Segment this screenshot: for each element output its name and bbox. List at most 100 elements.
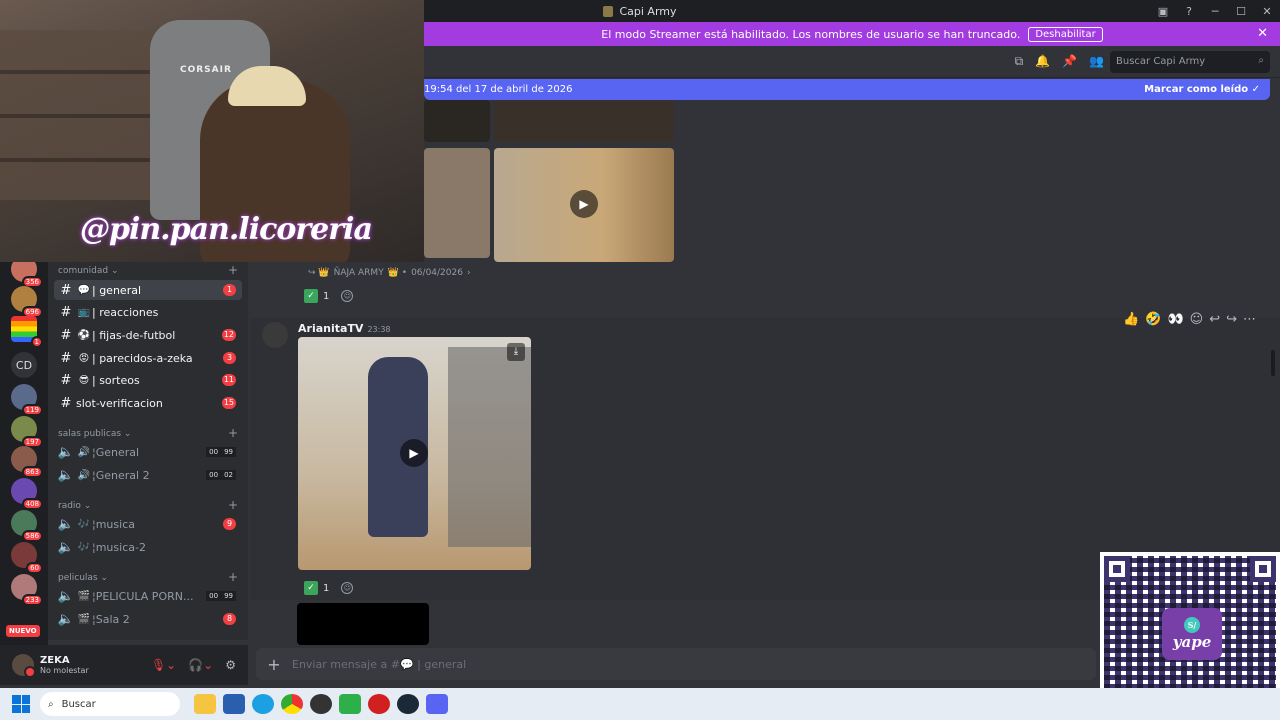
speaker-icon: 🔈 — [57, 539, 75, 555]
members-icon[interactable]: 👥 — [1089, 54, 1104, 69]
voice-channel-pelicula[interactable]: 🔈 🎬 ¦ PELICULA PORN... 00 99 — [54, 586, 242, 606]
add-reaction-icon[interactable]: ☺ — [341, 582, 354, 594]
voice-channel-sala-2[interactable]: 🔈 🎬 ¦ Sala 2 8 — [54, 609, 242, 629]
thumbs-up-reaction-icon[interactable]: 👍 — [1123, 312, 1139, 327]
channel-slot-verificacion[interactable]: # slot-verificacion 15 — [54, 393, 242, 413]
voice-channel-general-2[interactable]: 🔈 🔊 ¦ General 2 00 02 — [54, 465, 242, 485]
voice-channel-general[interactable]: 🔈 🔊 ¦ General 00 99 — [54, 442, 242, 462]
channel-parecidos-a-zeka[interactable]: # 😡 | parecidos-a-zeka 3 — [54, 348, 242, 368]
file-explorer-icon[interactable] — [194, 694, 216, 714]
taskbar: ⌕ Buscar — [0, 688, 1280, 720]
add-reaction-icon[interactable]: ☺ — [1190, 312, 1204, 327]
speaker-icon: 🔈 — [57, 444, 75, 460]
add-reaction-icon[interactable]: ☺ — [341, 290, 354, 302]
obs-icon[interactable] — [310, 694, 332, 714]
sheets-icon[interactable] — [339, 694, 361, 714]
scrollbar[interactable] — [1271, 350, 1275, 376]
media-thumbnail[interactable] — [424, 100, 490, 142]
check-reaction[interactable]: ✓ 1 — [302, 579, 335, 597]
server-icon[interactable]: 408 — [11, 478, 43, 510]
server-list: 451 356 696 1 CD 119 197 863 408 586 60 … — [0, 232, 48, 650]
windows-start-icon[interactable] — [12, 695, 30, 713]
steam-icon[interactable] — [397, 694, 419, 714]
server-icon[interactable]: 1 — [11, 316, 43, 348]
channel-sorteos[interactable]: # 😎 | sorteos 11 — [54, 370, 242, 390]
media-thumbnail[interactable] — [297, 603, 429, 645]
check-icon: ✓ — [304, 289, 318, 303]
chrome-icon[interactable] — [281, 694, 303, 714]
mark-as-read-button[interactable]: Marcar como leído ✓ — [1144, 84, 1260, 95]
speaker-icon: 🔊 — [77, 469, 91, 481]
channel-fijas-de-futbol[interactable]: # ⚽ | fijas-de-futbol 12 — [54, 325, 242, 345]
screen-share-icon[interactable]: ▣ — [1150, 5, 1176, 18]
category-radio[interactable]: radio ⌄ — [58, 501, 91, 511]
record-app-icon[interactable] — [368, 694, 390, 714]
add-channel-icon[interactable]: + — [228, 263, 238, 277]
minimize-button[interactable]: ─ — [1202, 5, 1228, 18]
category-comunidad[interactable]: comunidad ⌄ — [58, 266, 118, 276]
avatar[interactable] — [262, 322, 288, 348]
speaker-icon: 🔈 — [57, 588, 75, 604]
video-attachment[interactable]: ⤓ ▶ — [298, 337, 531, 570]
music-icon: 🎶 — [77, 541, 91, 553]
play-icon[interactable]: ▶ — [570, 190, 598, 218]
mic-muted-icon[interactable]: 🎙⌄ — [151, 658, 176, 672]
add-channel-icon[interactable]: + — [228, 498, 238, 512]
download-icon[interactable]: ⤓ — [507, 343, 525, 361]
pin-icon[interactable]: 📌 — [1062, 54, 1077, 69]
voice-channel-musica-2[interactable]: 🔈 🎶 ¦ musica-2 — [54, 537, 242, 557]
voice-channel-musica[interactable]: 🔈 🎶 ¦ musica 9 — [54, 514, 242, 534]
server-icon[interactable]: CD — [11, 352, 37, 378]
media-thumbnail[interactable] — [494, 100, 674, 142]
reaction-bar: ✓ 1 ☺ — [302, 287, 354, 305]
add-channel-icon[interactable]: + — [228, 426, 238, 440]
add-channel-icon[interactable]: + — [228, 570, 238, 584]
message-composer[interactable]: + Enviar mensaje a #💬 | general — [256, 648, 1096, 680]
banner-text: El modo Streamer está habilitado. Los no… — [601, 27, 1021, 41]
maximize-button[interactable]: ☐ — [1228, 5, 1254, 18]
new-badge[interactable]: NUEVO — [6, 625, 40, 637]
edge-icon[interactable] — [252, 694, 274, 714]
user-info[interactable]: ZEKA No molestar — [40, 655, 89, 675]
channel-reacciones[interactable]: # 📺 | reacciones — [54, 302, 242, 322]
laughing-reaction-icon[interactable]: 🤣 — [1145, 312, 1161, 327]
close-window-button[interactable]: ✕ — [1254, 5, 1280, 18]
check-reaction[interactable]: ✓ 1 — [302, 287, 335, 305]
category-peliculas[interactable]: peliculas ⌄ — [58, 573, 108, 583]
play-icon[interactable]: ▶ — [400, 439, 428, 467]
threads-icon[interactable]: ⧉ — [1015, 54, 1024, 69]
category-salas-publicas[interactable]: salas publicas ⌄ — [58, 429, 131, 439]
channel-general[interactable]: # 💬 | general 1 — [54, 280, 242, 300]
close-banner-icon[interactable]: ✕ — [1257, 26, 1268, 41]
headphones-muted-icon[interactable]: 🎧⌄ — [188, 658, 213, 672]
server-icon[interactable]: 696 — [11, 286, 43, 318]
server-icon[interactable]: 197 — [11, 416, 43, 448]
eyes-reaction-icon[interactable]: 👀 — [1167, 312, 1183, 327]
server-icon[interactable]: 233 — [11, 574, 43, 606]
search-icon: ⌕ — [48, 698, 54, 710]
video-attachment[interactable]: ▶ — [494, 148, 674, 262]
upload-plus-icon[interactable]: + — [256, 655, 292, 674]
avatar[interactable] — [12, 654, 36, 678]
message-author[interactable]: ArianitaTV 23:38 — [298, 322, 391, 335]
server-icon[interactable]: 863 — [11, 446, 43, 478]
gear-icon[interactable]: ⚙ — [225, 658, 236, 672]
bell-icon[interactable]: 🔔 — [1035, 54, 1050, 69]
server-icon[interactable]: 60 — [11, 542, 43, 574]
discord-icon[interactable] — [426, 694, 448, 714]
new-messages-bar[interactable]: 19:54 del 17 de abril de 2026 Marcar com… — [424, 79, 1270, 100]
store-icon[interactable] — [223, 694, 245, 714]
message-actions-toolbar: 👍 🤣 👀 ☺ ↩ ↪ ⋯ — [1123, 312, 1256, 327]
more-options-icon[interactable]: ⋯ — [1243, 312, 1256, 327]
forward-icon[interactable]: ↪ — [1226, 312, 1237, 327]
server-icon[interactable]: 586 — [11, 510, 43, 542]
media-thumbnail[interactable] — [424, 148, 490, 258]
search-input[interactable]: Buscar Capi Army ⌕ — [1110, 51, 1270, 73]
disable-streamer-button[interactable]: Deshabilitar — [1028, 26, 1103, 42]
taskbar-search[interactable]: ⌕ Buscar — [40, 692, 180, 716]
forwarded-source[interactable]: ↪ 👑 ÑAJA ARMY 👑 • 06/04/2026 › — [308, 268, 471, 278]
reply-icon[interactable]: ↩ — [1209, 312, 1220, 327]
help-icon[interactable]: ? — [1176, 5, 1202, 18]
server-icon[interactable]: 119 — [11, 384, 43, 416]
new-messages-text: 19:54 del 17 de abril de 2026 — [424, 84, 573, 95]
